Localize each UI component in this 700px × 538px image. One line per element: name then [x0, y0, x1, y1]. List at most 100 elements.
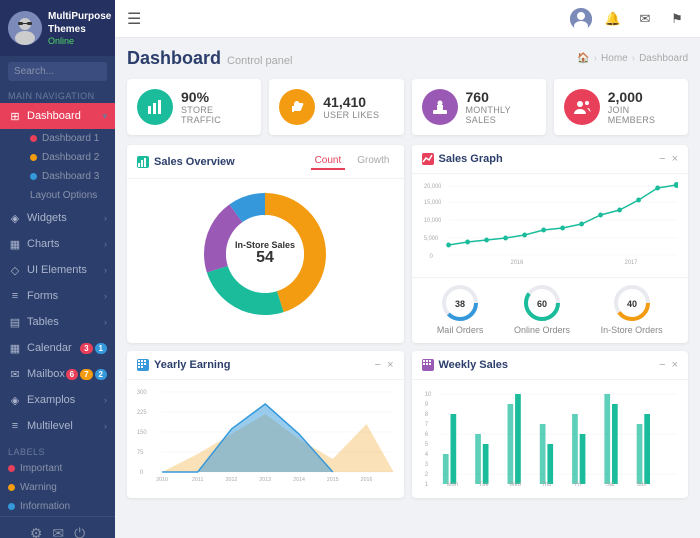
topbar-envelope-icon[interactable]: ✉ [634, 8, 656, 30]
charts-icon: ▦ [8, 237, 22, 251]
sales-text: 760 MONTHLY SALES [466, 89, 536, 125]
page-header: Dashboard Control panel 🏠 › Home › Dashb… [127, 48, 688, 69]
online-orders-label: Online Orders [514, 325, 570, 335]
dot-red [30, 135, 37, 142]
page-title-area: Dashboard Control panel [127, 48, 292, 69]
svg-text:2012: 2012 [226, 477, 238, 483]
likes-icon [279, 89, 315, 125]
weekly-sales-header: Weekly Sales − × [412, 351, 689, 380]
topbar-bell-icon[interactable]: 🔔 [602, 8, 624, 30]
chevron-icon: › [104, 213, 107, 223]
examples-icon: ◈ [8, 393, 22, 407]
svg-text:9: 9 [424, 402, 427, 408]
sidebar-footer: ⚙ ✉ ⏻ [0, 516, 115, 538]
sidebar-item-dashboard3[interactable]: Dashboard 3 [22, 167, 115, 186]
chevron-icon: › [104, 239, 107, 249]
yearly-earning-header: Yearly Earning − × [127, 351, 404, 380]
breadcrumb-current: Dashboard [639, 53, 688, 64]
svg-text:1: 1 [424, 482, 427, 488]
svg-text:8: 8 [424, 412, 427, 418]
svg-text:2015: 2015 [327, 477, 339, 483]
sidebar-item-dashboard2[interactable]: Dashboard 2 [22, 148, 115, 167]
power-icon[interactable]: ⏻ [74, 525, 85, 538]
sidebar-label: Mailbox [27, 368, 65, 380]
badge-3: 3 [80, 343, 92, 354]
line-chart-area: 20,000 15,000 10,000 5,000 0 2016 201 [412, 174, 689, 277]
topbar-flag-icon[interactable]: ⚑ [666, 8, 688, 30]
sales-value: 760 [466, 89, 536, 105]
hamburger-button[interactable]: ☰ [127, 9, 141, 29]
dot-blue [8, 503, 15, 510]
svg-text:300: 300 [137, 390, 147, 396]
sidebar-label: UI Elements [27, 264, 87, 276]
sidebar-item-dashboard[interactable]: ⊞ Dashboard ▾ [0, 103, 115, 129]
search-input[interactable] [8, 62, 107, 81]
dashboard-submenu: Dashboard 1 Dashboard 2 Dashboard 3 Layo… [0, 129, 115, 205]
sidebar-item-forms[interactable]: ≡ Forms › [0, 283, 115, 309]
instore-orders-label: In-Store Orders [601, 325, 663, 335]
chevron-icon: › [104, 421, 107, 431]
app-title: MultiPurpose Themes [48, 10, 111, 36]
likes-text: 41,410 USER LIKES [323, 94, 393, 120]
close-icon[interactable]: × [387, 359, 393, 371]
close-icon[interactable]: × [672, 359, 678, 371]
forms-icon: ≡ [8, 289, 22, 303]
sales-graph-card: Sales Graph − × 20,000 15,000 10,000 5,0… [412, 145, 689, 343]
svg-text:2016: 2016 [361, 477, 373, 483]
svg-text:10,000: 10,000 [423, 218, 441, 224]
yearly-earning-controls: − × [375, 359, 394, 371]
sidebar-item-layout[interactable]: Layout Options [22, 186, 115, 205]
close-icon[interactable]: × [672, 153, 678, 165]
sidebar-label: Charts [27, 238, 59, 250]
tab-growth[interactable]: Growth [353, 153, 393, 170]
stat-card-sales: 760 MONTHLY SALES [412, 79, 546, 135]
mail-orders-stat: 38 Mail Orders [437, 284, 484, 335]
dot-red [8, 465, 15, 472]
settings-icon[interactable]: ⚙ [30, 525, 43, 538]
badge-6: 6 [66, 369, 78, 380]
svg-text:15,000: 15,000 [423, 200, 441, 206]
donut-area: In-Store Sales 54 [127, 179, 404, 329]
sidebar-item-calendar[interactable]: ▦ Calendar 3 1 [0, 335, 115, 361]
sidebar-item-ui[interactable]: ◇ UI Elements › [0, 257, 115, 283]
sidebar-item-widgets[interactable]: ◈ Widgets › [0, 205, 115, 231]
sidebar-item-multilevel[interactable]: ≡ Multilevel › [0, 413, 115, 439]
breadcrumb-home[interactable]: Home [601, 53, 628, 64]
bar-chart: 10 9 8 7 6 5 4 3 2 1 [412, 380, 689, 498]
badge-7: 7 [80, 369, 92, 380]
svg-text:Sun: Sun [636, 482, 646, 488]
svg-text:Tue: Tue [478, 482, 488, 488]
sidebar-label: Widgets [27, 212, 67, 224]
sales-icon [422, 89, 458, 125]
minimize-icon[interactable]: − [659, 153, 665, 165]
middle-row: Sales Overview Count Growth [127, 145, 688, 343]
weekly-sales-card: Weekly Sales − × 10 9 8 7 6 5 [412, 351, 689, 498]
svg-text:2017: 2017 [624, 260, 637, 266]
minimize-icon[interactable]: − [659, 359, 665, 371]
sidebar-item-tables[interactable]: ▤ Tables › [0, 309, 115, 335]
sales-overview-header: Sales Overview Count Growth [127, 145, 404, 179]
donut-chart: In-Store Sales 54 [200, 189, 330, 319]
mailbox-icon: ✉ [8, 367, 22, 381]
sidebar-item-examples[interactable]: ◈ Examplos › [0, 387, 115, 413]
mail-icon[interactable]: ✉ [52, 525, 64, 538]
topbar-user-icon[interactable] [570, 8, 592, 30]
likes-value: 41,410 [323, 94, 393, 110]
sidebar-item-dashboard1[interactable]: Dashboard 1 [22, 129, 115, 148]
ui-icon: ◇ [8, 263, 22, 277]
minimize-icon[interactable]: − [375, 359, 381, 371]
sidebar-label: Tables [27, 316, 59, 328]
svg-text:6: 6 [424, 432, 427, 438]
tab-count[interactable]: Count [311, 153, 346, 170]
dashboard-icon: ⊞ [8, 109, 22, 123]
sidebar-item-mailbox[interactable]: ✉ Mailbox 6 7 2 [0, 361, 115, 387]
sidebar-item-charts[interactable]: ▦ Charts › [0, 231, 115, 257]
sales-graph-header: Sales Graph − × [412, 145, 689, 174]
page-content: Dashboard Control panel 🏠 › Home › Dashb… [115, 38, 700, 538]
label-info[interactable]: Information [0, 497, 115, 516]
svg-text:4: 4 [424, 452, 428, 458]
label-important[interactable]: Important [0, 459, 115, 478]
page-title: Dashboard [127, 48, 221, 69]
label-warning[interactable]: Warning [0, 478, 115, 497]
svg-text:2014: 2014 [293, 477, 305, 483]
